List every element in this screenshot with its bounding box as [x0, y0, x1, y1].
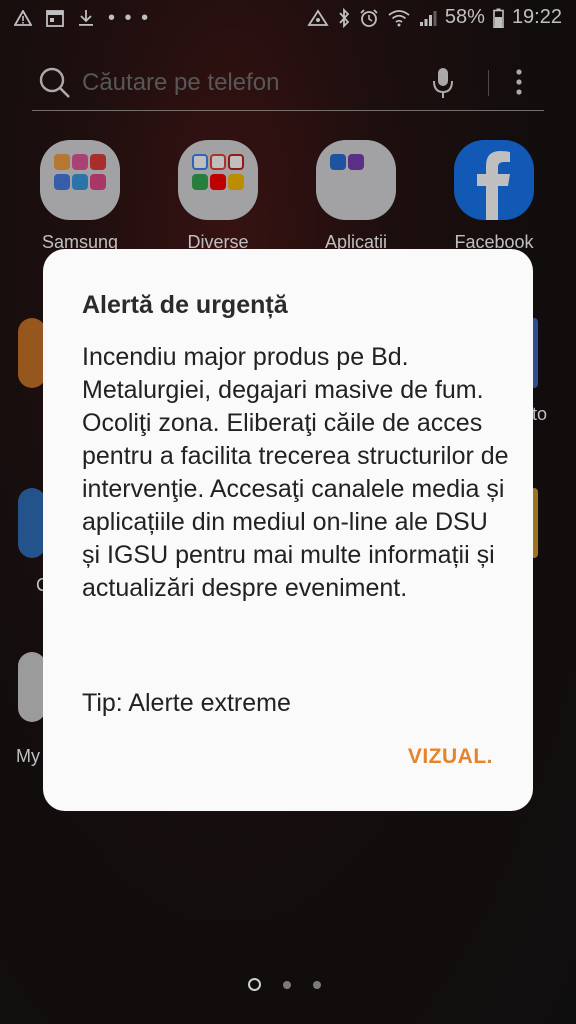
alert-type: Tip: Alerte extreme: [82, 689, 291, 717]
dialog-message: Incendiu major produs pe Bd. Metalurgiei…: [82, 343, 509, 602]
page-dot-active[interactable]: [248, 978, 261, 991]
emergency-alert-dialog: Alertă de urgență Incendiu major produs …: [43, 249, 533, 811]
page-dot[interactable]: [283, 980, 291, 989]
dismiss-button[interactable]: VIZUAL.: [408, 745, 493, 769]
dialog-title: Alertă de urgență: [82, 291, 288, 319]
page-dot[interactable]: [313, 980, 321, 989]
page-indicator: [248, 978, 321, 991]
